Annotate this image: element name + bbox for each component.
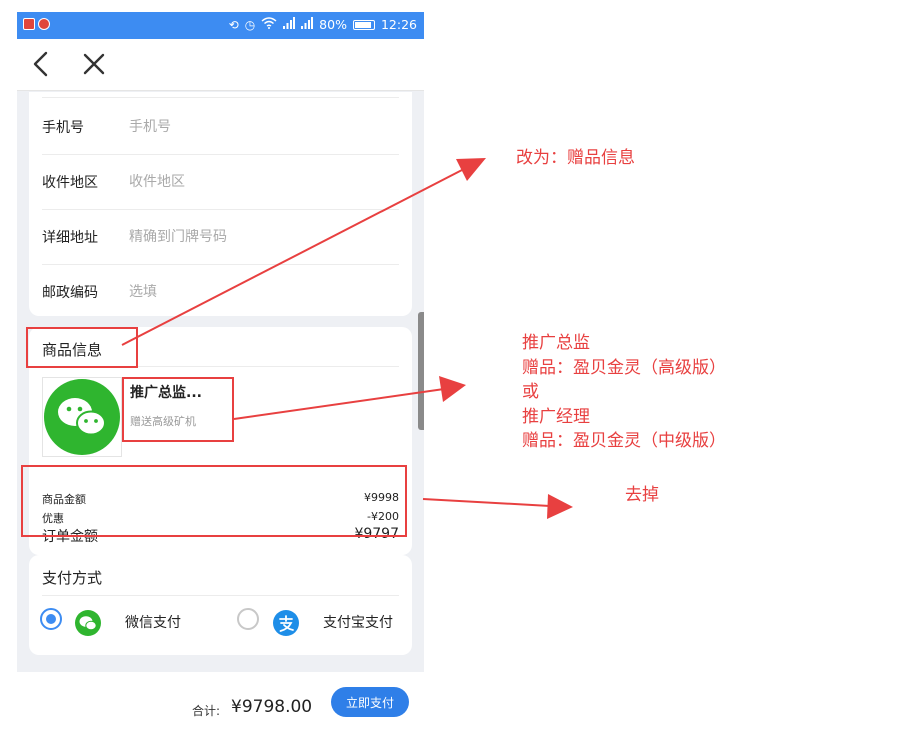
annotation-arrowhead (439, 376, 466, 402)
annotation-arrow-line (121, 169, 463, 346)
annotation-arrowhead (547, 494, 573, 519)
annotation-note-gift: 推广总监 赠品：盈贝金灵（高级版） 或 推广经理 赠品：盈贝金灵（中级版） (522, 333, 726, 451)
annotation-note-rename: 改为：赠品信息 (516, 148, 635, 168)
annotation-arrowhead (456, 158, 486, 181)
annotation-note-remove: 去掉 (625, 485, 659, 505)
annotation-arrow-line (233, 388, 445, 420)
annotation-arrows (121, 158, 573, 519)
annotation-arrow-line (422, 498, 551, 507)
